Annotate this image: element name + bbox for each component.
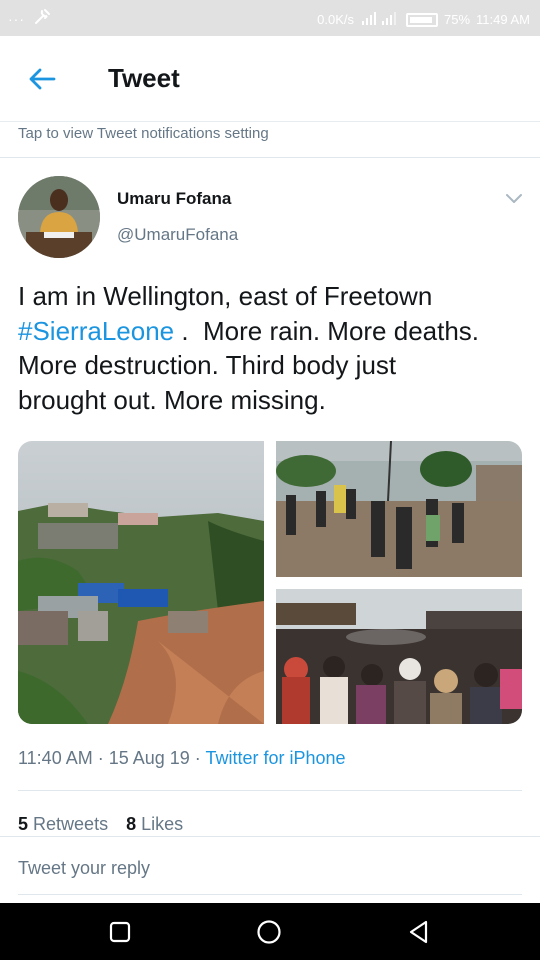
media-photo-market-crowd[interactable] <box>276 589 522 724</box>
back-button[interactable] <box>26 64 58 94</box>
hashtag-link[interactable]: #SierraLeone <box>18 316 174 346</box>
likes-count: 8 <box>126 814 137 834</box>
status-right: 0.0K/s 75% 11:49 AM <box>317 10 530 29</box>
tweet-text-line: . More rain. More deaths. <box>174 315 480 346</box>
square-icon <box>109 921 131 943</box>
status-bar: ··· 0.0K/s 75% 11:49 AM <box>0 0 540 36</box>
tweet-text-line: I am in Wellington, east of Freetown <box>18 281 433 311</box>
divider <box>18 790 522 791</box>
notification-settings-link[interactable]: Tap to view Tweet notifications setting <box>0 122 540 158</box>
media-photo-landslide[interactable] <box>18 441 264 724</box>
media-photo-street-crowd[interactable] <box>276 441 522 577</box>
retweets-label: Retweets <box>33 814 109 834</box>
media-grid <box>18 441 522 724</box>
arrow-left-icon <box>29 68 56 90</box>
circle-icon <box>257 920 281 944</box>
author-handle[interactable]: @UmaruFofana <box>117 225 238 245</box>
reply-underline <box>18 894 522 895</box>
status-left: ··· <box>8 8 51 29</box>
tweet-text-line: brought out. More missing. <box>18 384 326 415</box>
battery-percent: 75% <box>444 12 471 27</box>
tweet-timestamp: 11:40 AM · 15 Aug 19 · Twitter for iPhon… <box>18 748 346 769</box>
signal-icon <box>360 10 400 29</box>
recents-button[interactable] <box>107 919 133 945</box>
avatar[interactable] <box>18 176 100 258</box>
likes-label: Likes <box>141 814 184 834</box>
retweets-count: 5 <box>18 814 29 834</box>
top-app-bar: Tweet <box>0 36 540 122</box>
tweet-text: I am in Wellington, east of Freetown #Si… <box>18 279 523 417</box>
back-nav-button[interactable] <box>406 919 432 945</box>
likes-stat[interactable]: 8 Likes <box>126 814 183 835</box>
retweets-stat[interactable]: 5 Retweets <box>18 814 108 835</box>
status-time: 11:49 AM <box>476 12 530 27</box>
tweet-text-line: More destruction. Third body just <box>18 350 397 380</box>
tweet-stats: 5 Retweets 8 Likes <box>18 814 183 835</box>
network-speed: 0.0K/s <box>317 12 354 27</box>
reply-input[interactable]: Tweet your reply <box>18 858 150 879</box>
chevron-down-icon <box>506 194 522 203</box>
page-title: Tweet <box>108 63 180 93</box>
battery-icon <box>406 12 438 27</box>
more-notifications-icon: ··· <box>8 10 25 27</box>
timestamp-text: 11:40 AM · 15 Aug 19 · <box>18 748 206 768</box>
divider <box>0 836 540 837</box>
author-name[interactable]: Umaru Fofana <box>117 189 231 209</box>
triangle-back-icon <box>409 920 428 944</box>
home-button[interactable] <box>256 919 282 945</box>
tweet-options-button[interactable] <box>504 192 524 206</box>
tweet-source-link[interactable]: Twitter for iPhone <box>205 748 345 768</box>
wrench-icon <box>33 8 51 29</box>
system-nav-bar <box>0 903 540 960</box>
